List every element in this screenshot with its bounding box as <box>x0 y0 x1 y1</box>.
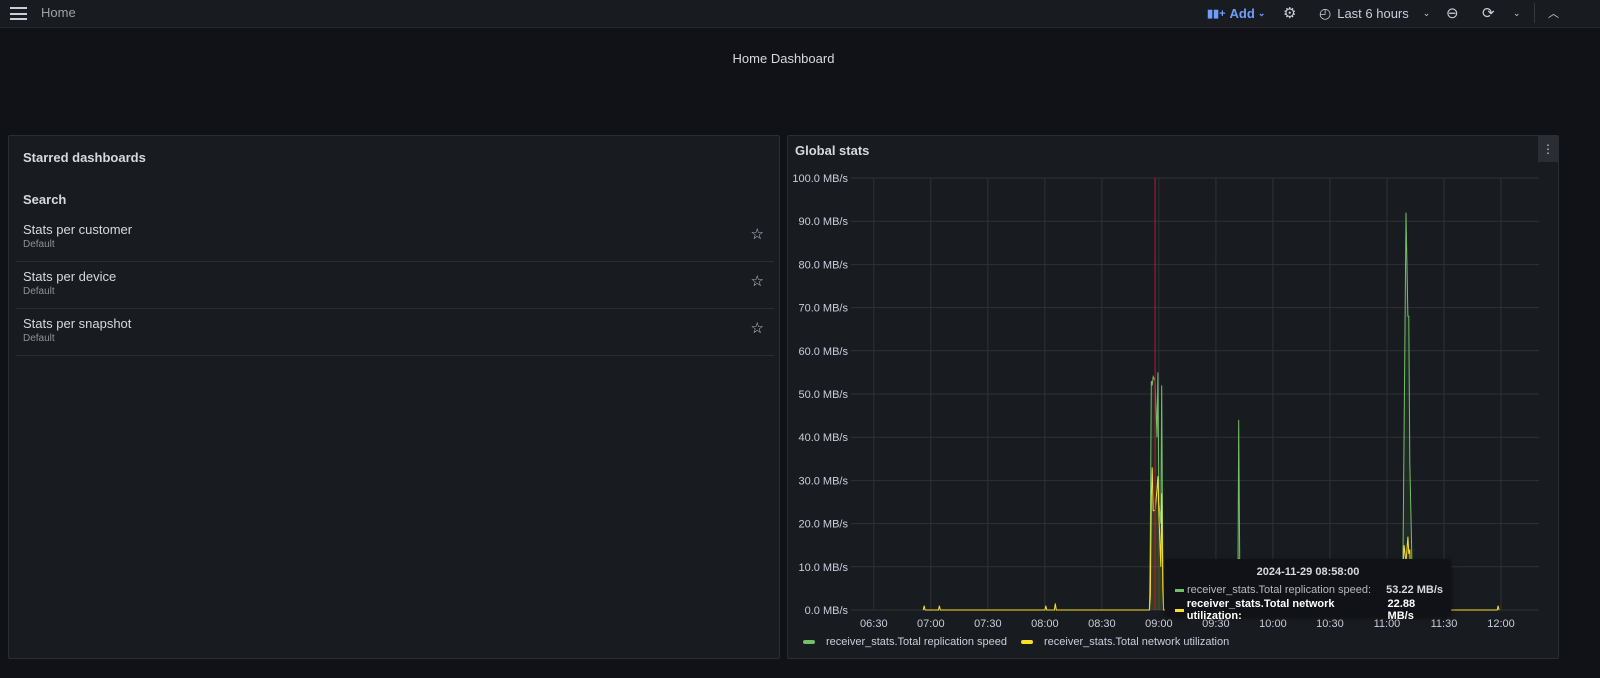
dashboard-folder: Default <box>23 286 55 297</box>
refresh-icon[interactable]: ⟳ <box>1482 4 1495 22</box>
y-tick-label: 70.0 MB/s <box>798 303 848 315</box>
starred-dashboards-panel: Starred dashboards Search Stats per cust… <box>8 135 780 659</box>
dashboard-folder: Default <box>23 333 55 344</box>
x-tick-label: 07:30 <box>974 618 1002 630</box>
y-tick-label: 20.0 MB/s <box>798 519 848 531</box>
legend-item[interactable]: receiver_stats.Total network utilization <box>1020 636 1230 648</box>
x-tick-label: 07:00 <box>917 618 945 630</box>
zoom-out-icon[interactable]: ⊖ <box>1446 4 1459 22</box>
chevron-up-icon[interactable]: ︿ <box>1548 4 1559 22</box>
legend-swatch <box>1175 588 1184 592</box>
x-tick-label: 12:00 <box>1487 618 1515 630</box>
legend-label: receiver_stats.Total network utilization <box>1043 636 1230 648</box>
legend-swatch <box>1175 608 1184 612</box>
legend-label: receiver_stats.Total replication speed <box>826 636 1007 648</box>
y-tick-label: 80.0 MB/s <box>798 259 848 271</box>
x-tick-label: 08:00 <box>1031 618 1059 630</box>
list-item[interactable]: Stats per device Default ☆ <box>16 262 774 309</box>
breadcrumb-home[interactable]: Home <box>41 5 76 20</box>
y-tick-label: 90.0 MB/s <box>798 216 848 228</box>
list-item[interactable]: Stats per snapshot Default ☆ <box>16 309 774 356</box>
menu-icon[interactable] <box>10 7 27 20</box>
gear-icon[interactable]: ⚙ <box>1283 4 1296 22</box>
panel-title: Starred dashboards <box>23 150 146 165</box>
tooltip-label: receiver_stats.Total replication speed: <box>1187 584 1372 596</box>
tooltip-time: 2024-11-29 08:58:00 <box>1256 566 1360 578</box>
y-tick-label: 50.0 MB/s <box>798 389 848 401</box>
clock-icon: ◴ <box>1319 4 1332 21</box>
y-tick-label: 30.0 MB/s <box>798 475 848 487</box>
time-range-picker[interactable]: ◴ Last 6 hours ⌄ <box>1319 4 1430 22</box>
search-heading: Search <box>23 192 67 207</box>
add-label: Add <box>1229 5 1255 21</box>
chart-legend: receiver_stats.Total replication speed r… <box>803 636 1229 648</box>
chevron-down-icon: ⌄ <box>1257 7 1266 18</box>
refresh-interval-chevron-icon[interactable]: ⌄ <box>1513 4 1521 22</box>
series-line <box>1148 212 1414 611</box>
x-tick-label: 08:30 <box>1088 618 1116 630</box>
x-tick-label: 09:00 <box>1145 618 1173 630</box>
global-stats-panel: Global stats ⋮ 0.0 MB/s 10.0 MB/s 20.0 MB/… <box>787 135 1559 659</box>
dashboard-name[interactable]: Stats per customer <box>23 222 132 237</box>
divider <box>1534 3 1535 23</box>
tooltip-value: 53.22 MB/s <box>1386 584 1443 596</box>
tooltip-label: receiver_stats.Total network utilization… <box>1186 598 1335 622</box>
star-icon[interactable]: ☆ <box>751 272 764 290</box>
y-tick-label: 60.0 MB/s <box>798 346 848 358</box>
star-icon[interactable]: ☆ <box>751 319 764 337</box>
legend-item[interactable]: receiver_stats.Total replication speed <box>803 636 1007 648</box>
y-tick-label: 0.0 MB/s <box>805 605 849 617</box>
chart-tooltip: 2024-11-29 08:58:00 receiver_stats.Total… <box>1165 559 1451 622</box>
chart-add-icon: ▮▮+ <box>1207 7 1226 20</box>
series-area <box>1149 212 1413 610</box>
star-icon[interactable]: ☆ <box>751 225 764 243</box>
list-item[interactable]: Stats per customer Default ☆ <box>16 215 774 262</box>
x-tick-label: 06:30 <box>860 618 888 630</box>
add-button[interactable]: ▮▮+ Add ⌄ <box>1207 4 1265 22</box>
y-tick-label: 100.0 MB/s <box>792 173 848 185</box>
tooltip-value: 22.88 MB/s <box>1387 598 1416 622</box>
y-tick-label: 40.0 MB/s <box>798 432 848 444</box>
time-range-label: Last 6 hours <box>1337 5 1409 21</box>
dashboard-name[interactable]: Stats per snapshot <box>23 316 131 331</box>
tooltip-row: receiver_stats.Total replication speed: 5… <box>1175 584 1443 596</box>
dashboard-folder: Default <box>23 239 55 250</box>
page-title: Home Dashboard <box>732 51 835 66</box>
top-bar: Home ▮▮+ Add ⌄ ⚙ ◴ Last 6 hours ⌄ ⊖ ⟳ ⌄ ︿ <box>0 0 1600 28</box>
y-tick-label: 10.0 MB/s <box>798 562 848 574</box>
chevron-down-icon: ⌄ <box>1422 7 1431 18</box>
dashboard-name[interactable]: Stats per device <box>23 269 116 284</box>
tooltip-row: receiver_stats.Total network utilization… <box>1175 598 1443 622</box>
